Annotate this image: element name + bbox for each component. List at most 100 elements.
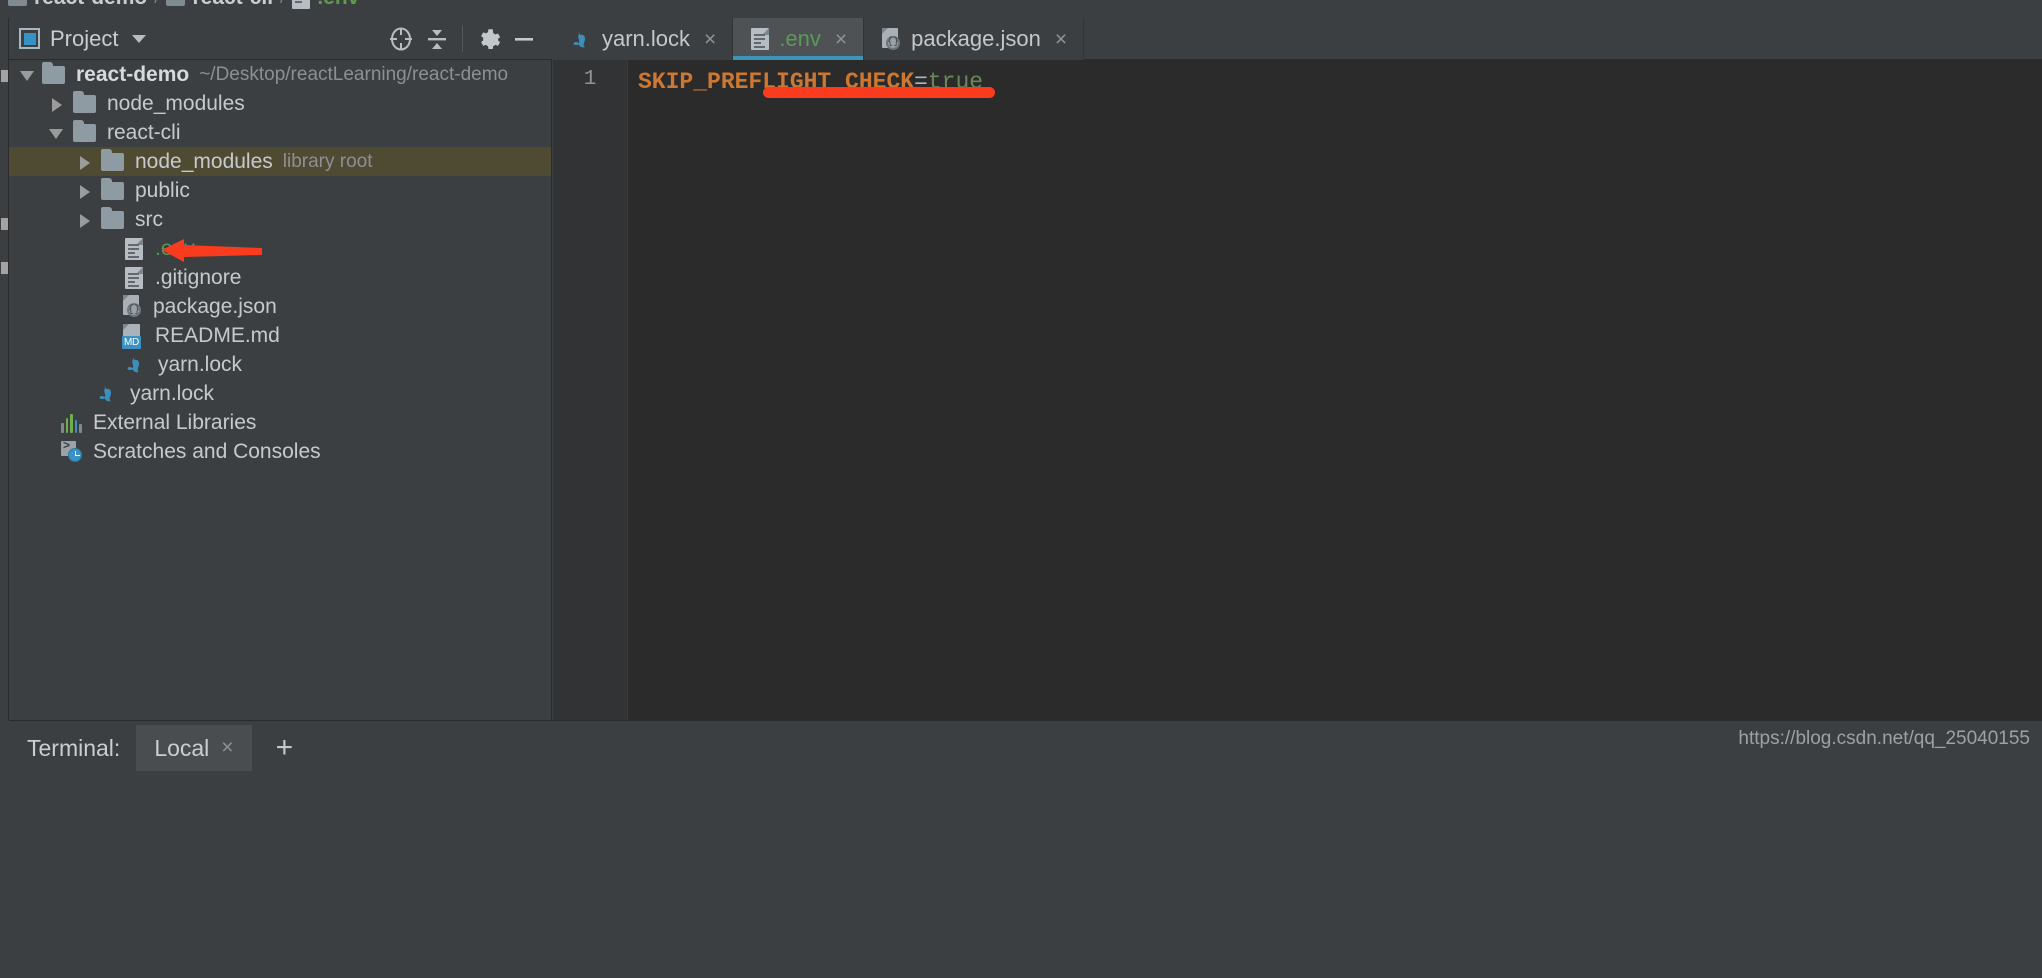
yarn-cat-icon: [97, 383, 118, 404]
tab-label: yarn.lock: [602, 26, 691, 51]
breadcrumb-item-2[interactable]: .env: [317, 0, 359, 10]
tree-node-react-cli[interactable]: react-cli: [9, 118, 551, 147]
tree-node-node-modules-library-root[interactable]: node_modules library root: [9, 147, 551, 176]
tree-node-gitignore[interactable]: .gitignore: [9, 263, 551, 292]
red-underline-annotation: [763, 87, 995, 98]
rail-marker[interactable]: [1, 218, 8, 230]
tree-node-label: .env: [155, 236, 195, 260]
libraries-bars-icon: [61, 413, 82, 433]
tree-node-env[interactable]: .env: [9, 234, 551, 263]
editor-tab-bar: yarn.lock × .env × {} package.json ×: [553, 18, 2042, 60]
code-content[interactable]: SKIP_PREFLIGHT_CHECK=true: [628, 60, 2042, 720]
tree-node-path: ~/Desktop/reactLearning/react-demo: [199, 63, 509, 85]
chevron-right-icon[interactable]: [77, 213, 91, 228]
rail-marker[interactable]: [1, 70, 8, 82]
file-icon: [751, 28, 770, 50]
tree-node-label: src: [135, 207, 163, 231]
folder-icon: [101, 148, 124, 171]
close-icon[interactable]: ×: [1055, 29, 1067, 50]
folder-icon: [8, 0, 27, 6]
tab-yarn-lock[interactable]: yarn.lock ×: [553, 18, 734, 60]
tab-package-json[interactable]: {} package.json ×: [864, 18, 1085, 60]
line-number-gutter: 1: [553, 60, 628, 720]
tree-node-label: README.md: [155, 323, 280, 347]
chevron-right-icon[interactable]: [77, 155, 91, 170]
chevron-right-icon[interactable]: [49, 97, 63, 112]
tab-label: .env: [779, 26, 821, 51]
project-panel-title: Project: [50, 25, 119, 51]
tree-node-package-json[interactable]: {} package.json: [9, 292, 551, 321]
tree-node-label: react-demo: [76, 62, 190, 86]
json-file-icon: {}: [123, 295, 142, 318]
file-icon: [125, 237, 143, 260]
tree-node-label: yarn.lock: [130, 381, 215, 405]
tree-node-external-libraries[interactable]: External Libraries: [9, 408, 551, 437]
tree-node-label: public: [135, 178, 190, 202]
chevron-down-icon[interactable]: [20, 68, 34, 82]
collapse-all-icon[interactable]: [419, 22, 455, 56]
project-icon: [19, 28, 40, 49]
chevron-down-icon[interactable]: [132, 34, 147, 43]
tab-label: package.json: [911, 26, 1041, 51]
folder-icon: [101, 177, 124, 200]
watermark-url: https://blog.csdn.net/qq_25040155: [1738, 728, 2030, 749]
terminal-label: Terminal:: [27, 734, 121, 761]
gear-icon[interactable]: [470, 22, 506, 56]
tree-node-readme-md[interactable]: MD README.md: [9, 321, 551, 350]
minimize-icon[interactable]: [506, 22, 542, 56]
breadcrumb-item-0[interactable]: react-demo: [34, 0, 147, 10]
close-icon[interactable]: ×: [835, 29, 847, 50]
project-panel-title-group[interactable]: Project: [19, 25, 147, 52]
tree-node-label: yarn.lock: [158, 352, 243, 376]
close-icon[interactable]: ×: [704, 29, 716, 50]
tree-node-scratches-and-consoles[interactable]: Scratches and Consoles: [9, 437, 551, 466]
divider: [9, 720, 2042, 721]
folder-icon: [166, 0, 186, 6]
json-file-icon: {}: [882, 27, 901, 51]
chevron-right-icon[interactable]: [77, 184, 91, 199]
tree-node-label: .gitignore: [155, 265, 242, 289]
breadcrumb-item-1[interactable]: react-cli: [192, 0, 273, 10]
tree-node-label: External Libraries: [93, 410, 257, 434]
terminal-tab-local[interactable]: Local ×: [136, 725, 252, 771]
file-icon: [125, 266, 143, 289]
tree-node-public[interactable]: public: [9, 176, 551, 205]
breadcrumb-separator: /: [154, 0, 159, 9]
folder-icon: [73, 90, 96, 113]
tree-node-yarn-lock-inner[interactable]: yarn.lock: [9, 350, 551, 379]
ide-window: react-demo / react-cli / .env Project: [0, 0, 2042, 978]
tree-node-react-demo[interactable]: react-demo ~/Desktop/reactLearning/react…: [9, 60, 551, 89]
file-icon: [292, 0, 311, 9]
yarn-cat-icon: [125, 354, 146, 375]
tab-env[interactable]: .env ×: [733, 18, 865, 60]
code-editor[interactable]: 1 SKIP_PREFLIGHT_CHECK=true: [553, 60, 2042, 720]
tree-node-label: package.json: [153, 294, 277, 318]
tree-node-node-modules[interactable]: node_modules: [9, 89, 551, 118]
tree-node-yarn-lock-outer[interactable]: yarn.lock: [9, 379, 551, 408]
markdown-file-icon: MD: [122, 324, 144, 349]
project-panel-toolbar: [383, 22, 542, 56]
scratches-icon: [61, 438, 83, 462]
line-number: 1: [583, 68, 597, 91]
folder-icon: [101, 206, 124, 229]
tree-node-src[interactable]: src: [9, 205, 551, 234]
tree-node-label: react-cli: [107, 120, 181, 144]
breadcrumb: react-demo / react-cli / .env: [0, 0, 2042, 18]
add-terminal-button[interactable]: +: [252, 733, 318, 763]
close-icon[interactable]: ×: [221, 736, 233, 760]
rail-marker[interactable]: [1, 262, 8, 274]
chevron-down-icon[interactable]: [49, 126, 63, 140]
folder-icon: [73, 119, 96, 142]
project-tree[interactable]: react-demo ~/Desktop/reactLearning/react…: [9, 60, 552, 720]
tree-node-label: node_modules: [135, 149, 273, 173]
terminal-tab-label: Local: [154, 734, 210, 761]
tree-node-library-root-tag: library root: [282, 150, 373, 172]
bottom-status-bar: Terminal: Local × + https://blog.csdn.ne…: [0, 720, 2042, 978]
select-opened-file-icon[interactable]: [383, 22, 419, 56]
